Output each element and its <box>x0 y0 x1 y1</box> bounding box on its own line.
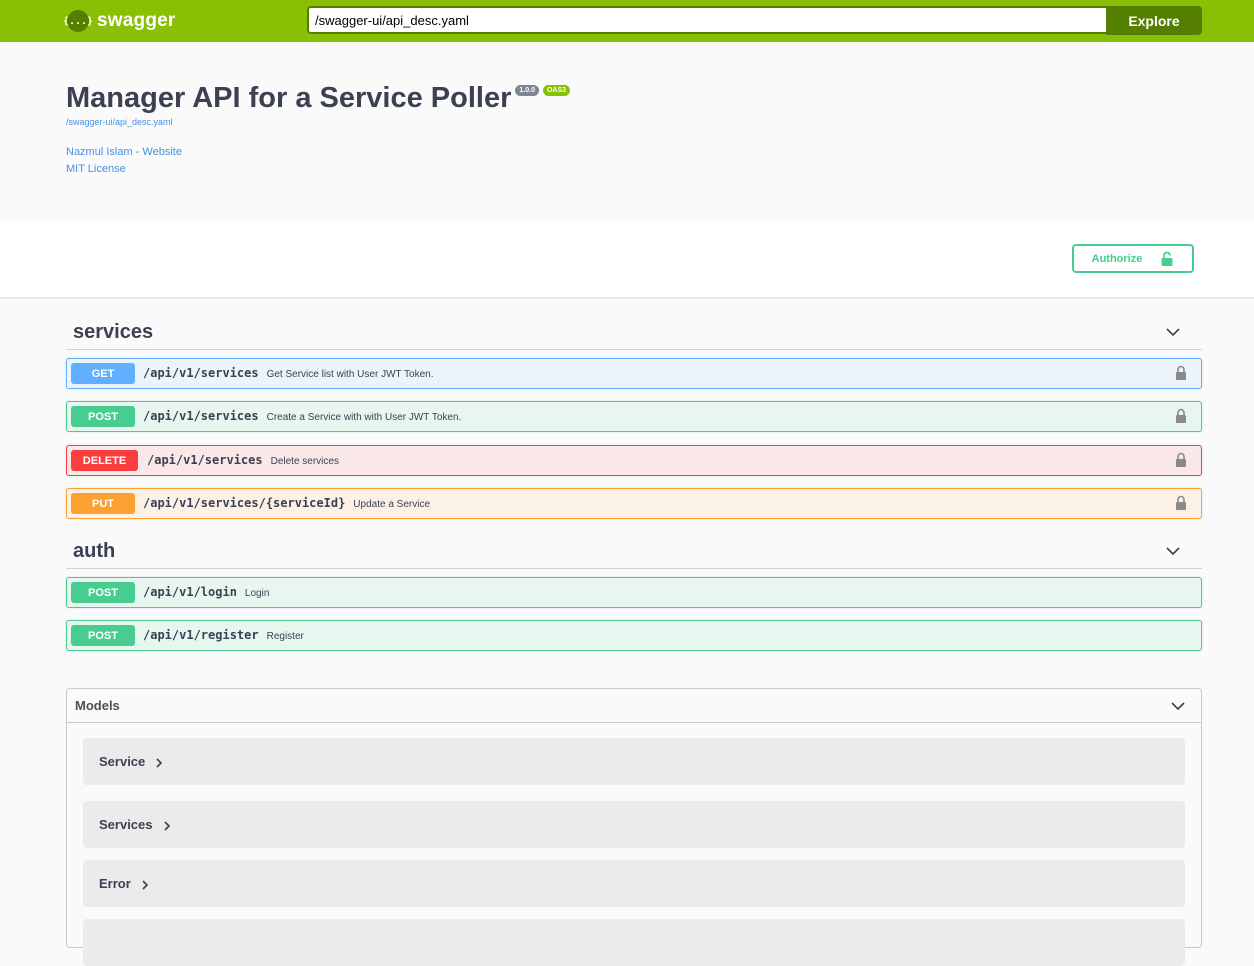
lock-icon[interactable] <box>1175 495 1187 511</box>
chevron-right-icon <box>163 820 170 831</box>
operation-path: /api/v1/login Login <box>143 585 270 599</box>
explore-button[interactable]: Explore <box>1106 6 1202 35</box>
lock-icon[interactable] <box>1175 365 1187 381</box>
models-title: Models <box>75 698 120 713</box>
api-info: Manager API for a Service Poller 1.0.0 O… <box>66 80 571 175</box>
operation-summary: Login <box>244 588 270 599</box>
operation-summary: Register <box>266 631 304 642</box>
operation-post-register[interactable]: POST /api/v1/register Register <box>66 620 1202 651</box>
operation-put-service[interactable]: PUT /api/v1/services/{serviceId} Update a… <box>66 488 1202 519</box>
chevron-right-icon <box>142 879 148 890</box>
method-badge: GET <box>71 363 135 384</box>
operation-summary: Delete services <box>270 456 339 467</box>
model-item-partial[interactable] <box>83 919 1185 966</box>
operation-summary: Create a Service with with User JWT Toke… <box>266 412 462 423</box>
authorize-button[interactable]: Authorize <box>1072 244 1194 273</box>
version-badge: 1.0.0 <box>515 85 539 96</box>
operation-path: /api/v1/services Get Service list with Us… <box>143 366 434 380</box>
authorize-label: Authorize <box>1091 252 1143 265</box>
oas-badge: OAS3 <box>542 85 571 96</box>
operation-path: /api/v1/register Register <box>143 628 304 642</box>
swagger-logo-icon: {...} <box>63 10 93 32</box>
method-badge: POST <box>71 406 135 427</box>
models-header[interactable]: Models <box>67 689 1201 723</box>
operation-path: /api/v1/services Create a Service with wi… <box>143 409 462 423</box>
scheme-container: Authorize <box>0 220 1254 297</box>
operation-summary: Update a Service <box>353 499 431 510</box>
spec-url-link[interactable]: /swagger-ui/api_desc.yaml <box>66 117 570 127</box>
operation-get-services[interactable]: GET /api/v1/services Get Service list wit… <box>66 358 1202 389</box>
tag-auth-title: auth <box>73 540 116 562</box>
tag-services[interactable]: services <box>66 315 1202 350</box>
method-badge: PUT <box>71 493 135 514</box>
swagger-brand-text: swagger <box>97 10 176 31</box>
api-title: Manager API for a Service Poller <box>66 82 512 114</box>
topbar: {...} swagger Explore <box>0 0 1254 42</box>
lock-icon[interactable] <box>1175 452 1187 468</box>
model-name: Services <box>99 801 171 848</box>
operation-path: /api/v1/services Delete services <box>147 453 339 467</box>
chevron-down-icon[interactable] <box>1166 325 1180 339</box>
model-services[interactable]: Services <box>83 801 1185 848</box>
lock-icon[interactable] <box>1175 408 1187 424</box>
spec-url-input[interactable] <box>307 6 1106 34</box>
contact-website-link[interactable]: Nazmul Islam - Website <box>66 146 570 158</box>
operation-post-services[interactable]: POST /api/v1/services Create a Service wi… <box>66 401 1202 432</box>
chevron-down-icon[interactable] <box>1166 544 1180 558</box>
tag-services-title: services <box>73 321 154 343</box>
method-badge: POST <box>71 582 135 603</box>
operation-path: /api/v1/services/{serviceId} Update a Ser… <box>143 496 431 510</box>
method-badge: POST <box>71 625 135 646</box>
operation-delete-services[interactable]: DELETE /api/v1/services Delete services <box>66 445 1202 476</box>
model-error[interactable]: Error <box>83 860 1185 907</box>
chevron-down-icon[interactable] <box>1171 699 1185 713</box>
tag-auth[interactable]: auth <box>66 534 1202 569</box>
model-name: Error <box>99 860 149 907</box>
license-link[interactable]: MIT License <box>66 163 570 175</box>
model-name: Service <box>99 738 163 785</box>
chevron-right-icon <box>156 757 163 768</box>
operation-summary: Get Service list with User JWT Token. <box>266 369 434 380</box>
model-service[interactable]: Service <box>83 738 1185 785</box>
swagger-logo[interactable]: {...} swagger <box>63 9 176 33</box>
operation-post-login[interactable]: POST /api/v1/login Login <box>66 577 1202 608</box>
models-section: Models Service Services Error <box>66 688 1202 966</box>
unlocked-lock-icon <box>1161 251 1173 266</box>
method-badge: DELETE <box>71 450 138 471</box>
